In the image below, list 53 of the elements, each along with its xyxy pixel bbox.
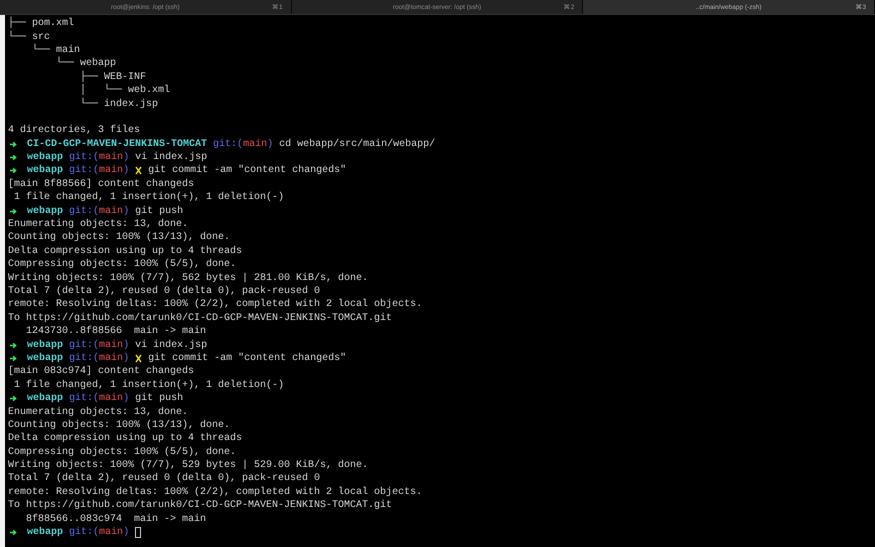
arrow-icon: [10, 208, 17, 215]
command-text: git commit -am "content changeds": [148, 165, 346, 176]
arrow-icon: [10, 395, 17, 402]
output-line: ├── pom.xml: [8, 18, 74, 30]
output-line: Writing objects: 100% (7/7), 562 bytes | 281.00 KiB/s, done.: [8, 272, 368, 284]
prompt-text: webapp git:(main): [27, 352, 130, 364]
arrow-icon: [10, 167, 17, 174]
command-text: vi index.jsp: [135, 152, 208, 164]
output-line: Enumerating objects: 13, done.: [8, 219, 188, 230]
arrow-icon: [10, 140, 17, 148]
output-line: [main 083c974] content changeds: [8, 366, 194, 378]
output-line: Delta compression using up to 4 threads: [8, 246, 242, 257]
output-line: remote: Resolving deltas: 100% (2/2), completed with 2 local objects.: [8, 486, 422, 498]
output-line: 1 file changed, 1 insertion(+), 1 deletion(-): [13, 380, 284, 391]
output-line: ├── WEB-INF: [79, 72, 146, 83]
output-line: └── webapp: [55, 58, 116, 70]
output-line: └── main: [31, 44, 80, 56]
output-line: Enumerating objects: 13, done.: [8, 406, 188, 418]
output-line: └── src: [8, 32, 50, 43]
output-line: 1243730..8f88566 main -> main: [25, 326, 206, 338]
output-line: Counting objects: 100% (13/13), done.: [8, 420, 230, 431]
command-text: cd webapp/src/main/webapp/: [279, 138, 436, 150]
output-line: Delta compression using up to 4 threads: [8, 433, 242, 444]
output-line: 8f88566..083c974 main -> main: [25, 514, 206, 525]
output-line: remote: Resolving deltas: 100% (2/2), completed with 2 local objects.: [8, 299, 422, 310]
prompt-text: webapp git:(main): [27, 152, 130, 164]
output-line: └── index.jsp: [79, 98, 158, 110]
output-line: To https://github.com/tarunk0/CI-CD-GCP-MAVEN-JENKINS-TOMCAT.git: [8, 312, 392, 324]
output-line: Counting objects: 100% (13/13), done.: [8, 232, 230, 244]
prompt-text: CI-CD-GCP-MAVEN-JENKINS-TOMCAT git:(main): [27, 138, 274, 150]
output-line: [main 8f88566] content changeds: [8, 178, 194, 190]
output-line: Compressing objects: 100% (5/5), done.: [8, 446, 236, 458]
output-line: Total 7 (delta 2), reused 0 (delta 0), pack-reused 0: [8, 473, 320, 484]
prompt-text: webapp git:(main): [27, 340, 130, 351]
output-line: Total 7 (delta 2), reused 0 (delta 0), pack-reused 0: [8, 286, 320, 297]
command-text: vi index.jsp: [135, 340, 208, 351]
output-line: Writing objects: 100% (7/7), 529 bytes | 529.00 KiB/s, done.: [8, 460, 368, 472]
output-line: Compressing objects: 100% (5/5), done.: [8, 259, 236, 270]
prompt-text: webapp git:(main): [27, 206, 130, 217]
arrow-icon: [10, 154, 17, 162]
prompt-text: webapp git:(main): [27, 393, 130, 404]
output-line: │ └── web.xml: [79, 85, 170, 96]
prompt-text: webapp git:(main): [27, 165, 130, 176]
output-line: 4 directories, 3 files: [8, 125, 140, 136]
command-text: git push: [135, 206, 184, 217]
command-text: git push: [135, 393, 184, 404]
command-text: git commit -am "content changeds": [148, 352, 346, 364]
output-line: To https://github.com/tarunk0/CI-CD-GCP-MAVEN-JENKINS-TOMCAT.git: [8, 500, 392, 512]
arrow-icon: [10, 529, 17, 536]
prompt-text: webapp git:(main): [27, 527, 130, 538]
arrow-icon: [10, 354, 17, 362]
arrow-icon: [10, 342, 17, 349]
output-line: 1 file changed, 1 insertion(+), 1 deletion(-): [13, 192, 284, 204]
